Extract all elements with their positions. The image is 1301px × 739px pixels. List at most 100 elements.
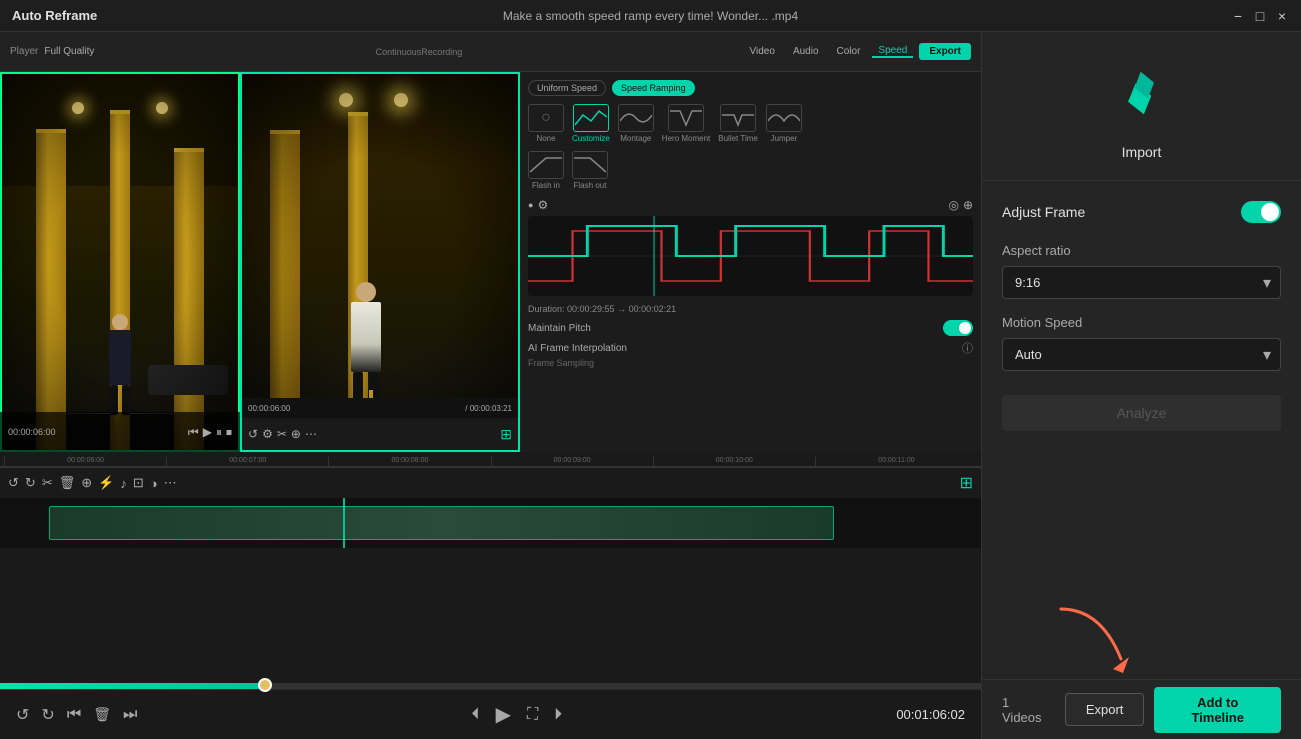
preset-flash-in-label: Flash in [532,181,560,190]
preset-bullet[interactable]: Bullet Time [718,104,758,143]
person-head [112,314,128,330]
mini-pause-icon[interactable]: ⏸ [216,425,222,440]
tool-redo-icon[interactable]: ↻ [25,475,36,491]
preset-flash-in[interactable]: Flash in [528,151,564,190]
audio-tab[interactable]: Audio [787,46,825,57]
tool-delete-icon[interactable]: 🗑 [59,475,76,491]
person-legs [105,385,135,415]
filmora-icon [1112,62,1172,122]
tool-split-icon[interactable]: ⊕ [81,475,92,491]
ai-frame-row: AI Frame Interpolation ⓘ [528,340,973,356]
settings-icon[interactable]: ⚙ [262,427,273,441]
ruler-mark-5: 00:00:11:00 [815,457,977,466]
undo-transport-icon[interactable]: ↺ [16,705,29,725]
arrow-indicator-icon [1041,599,1141,679]
ai-frame-label: AI Frame Interpolation [528,343,627,354]
maintain-pitch-row: Maintain Pitch [528,320,973,336]
mini-play-icon[interactable]: ▶ [203,425,212,439]
speed-ramping-btn[interactable]: Speed Ramping [612,80,695,96]
video-tab[interactable]: Video [744,46,781,57]
speed-presets: ○ None Customize [528,104,973,143]
timeline-ruler: 00:00:06:00 00:00:07:00 00:00:08:00 00:0… [0,452,981,467]
preset-flash-out-icon [572,151,608,179]
export-action-button[interactable]: Export [1065,693,1145,726]
mini-skip-back-icon[interactable]: ⏮ [188,425,199,440]
center-controls: ↺ ⚙ ✂ ⊕ ⋯ ⊞ [242,418,518,450]
speed-tab[interactable]: Speed [872,45,913,58]
play-icon[interactable]: ▶ [496,702,511,727]
graph-gear-icon[interactable]: ⚙ [537,198,548,212]
tool-cut-icon[interactable]: ✂ [42,475,53,491]
import-button[interactable]: Import [1122,144,1162,160]
timeline-clip-main[interactable] [49,506,834,540]
adjust-frame-toggle[interactable] [1241,201,1281,223]
maximize-button[interactable]: □ [1253,9,1267,23]
car [148,365,228,395]
more-icon[interactable]: ⋯ [305,427,317,441]
graph-controls-row: ● ⚙ ◎ ⊕ [528,198,973,212]
import-area: Import [982,32,1301,181]
tool-undo-icon[interactable]: ↺ [8,475,19,491]
preset-montage-icon [618,104,654,132]
undo-icon[interactable]: ↺ [248,427,258,441]
center-light [339,93,353,107]
tool-speed-icon[interactable]: ⚡ [98,475,114,491]
tool-more-icon[interactable]: ⋯ [164,475,177,491]
frame-back-icon[interactable]: ⏴ [472,706,480,724]
transport-left: ↺ ↻ ⏮ 🗑 ⏭ [16,705,137,725]
main-layout: Player Full Quality ContinuousRecording … [0,32,1301,739]
pillar-right [174,148,204,452]
fullscreen-icon[interactable]: ⛶ [527,706,538,724]
delete-transport-icon[interactable]: 🗑 [93,706,111,723]
preset-customize[interactable]: Customize [572,104,610,143]
preset-hero-icon [668,104,704,132]
preset-jumper-icon [766,104,802,132]
tool-color-icon[interactable]: ◑ [150,476,158,491]
motion-speed-select[interactable]: Auto Slow Normal Fast [1002,338,1281,371]
adjust-frame-knob [1261,203,1279,221]
person-silhouette [105,314,135,414]
preset-hero-label: Hero Moment [662,134,710,143]
skip-end-icon[interactable]: ⏭ [123,706,137,724]
scrubber-thumb[interactable] [258,678,272,692]
minimize-button[interactable]: − [1231,9,1245,23]
preset-none-icon: ○ [528,104,564,132]
preset-hero[interactable]: Hero Moment [662,104,710,143]
cut-icon[interactable]: ✂ [277,427,287,441]
export-button[interactable]: Export [919,43,971,60]
scrubber-bar[interactable] [0,683,981,689]
analyze-button[interactable]: Analyze [1002,395,1281,431]
garage-scene [0,72,240,452]
preset-flash-out[interactable]: Flash out [572,151,608,190]
center-total-time: / 00:00:03:21 [465,404,512,413]
center-person [351,282,381,412]
maintain-pitch-label: Maintain Pitch [528,323,591,334]
graph-more-icon[interactable]: ⊕ [963,198,973,212]
add-to-timeline-button[interactable]: Add to Timeline [1154,687,1281,733]
color-tab[interactable]: Color [831,46,867,57]
ai-frame-info-icon[interactable]: ⓘ [962,340,973,356]
quality-label: Full Quality [44,46,94,57]
skip-start-icon[interactable]: ⏮ [67,706,81,724]
preset-flash-in-icon [528,151,564,179]
grid-icon[interactable]: ⊞ [500,426,512,443]
redo-transport-icon[interactable]: ↻ [41,705,54,725]
mini-stop-icon[interactable]: ⏹ [226,425,232,440]
preset-montage[interactable]: Montage [618,104,654,143]
aspect-ratio-select-wrapper[interactable]: 9:16 16:9 4:3 1:1 4:5 [1002,266,1281,299]
close-button[interactable]: × [1275,9,1289,23]
uniform-speed-btn[interactable]: Uniform Speed [528,80,606,96]
preset-none[interactable]: ○ None [528,104,564,143]
aspect-ratio-select[interactable]: 9:16 16:9 4:3 1:1 4:5 [1002,266,1281,299]
motion-speed-select-wrapper[interactable]: Auto Slow Normal Fast [1002,338,1281,371]
preset-jumper[interactable]: Jumper [766,104,802,143]
tool-crop-icon[interactable]: ⊡ [133,475,144,491]
tool-audio-icon[interactable]: ♪ [120,476,127,491]
graph-edit-icon[interactable]: ◎ [948,198,958,212]
ruler-mark-3: 00:00:09:00 [491,457,653,466]
maintain-pitch-toggle[interactable] [943,320,973,336]
pillar-left [36,129,66,452]
split-icon[interactable]: ⊕ [291,427,301,441]
tool-grid-icon[interactable]: ⊞ [960,473,973,493]
frame-fwd-icon[interactable]: ⏵ [554,706,562,724]
